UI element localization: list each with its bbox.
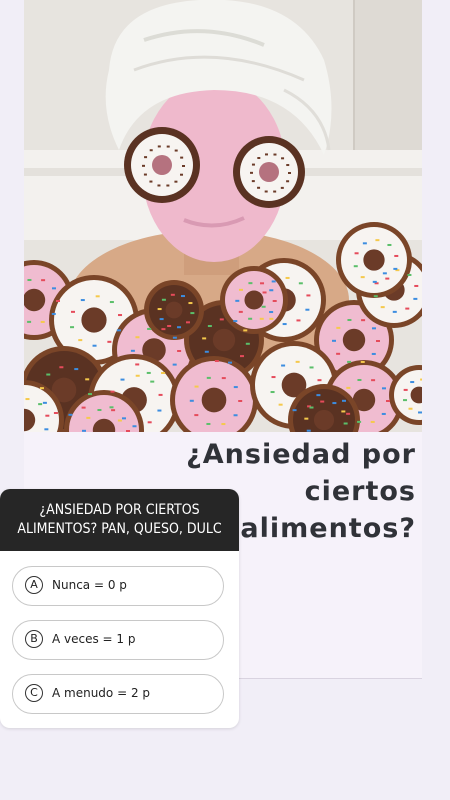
story-photo: [24, 0, 422, 432]
headline-line-1: ¿Ansiedad por: [186, 439, 416, 470]
quiz-option-b[interactable]: B A veces = 1 p: [12, 620, 224, 660]
quiz-option-a[interactable]: A Nunca = 0 p: [12, 566, 224, 606]
quiz-sticker: ¿ANSIEDAD POR CIERTOS ALIMENTOS? PAN, QU…: [0, 489, 239, 728]
quiz-question-line-2: ALIMENTOS? PAN, QUESO, DULC: [17, 521, 222, 537]
option-letter-b: B: [25, 630, 43, 648]
quiz-option-c[interactable]: C A menudo = 2 p: [12, 674, 224, 714]
option-label-a: Nunca = 0 p: [52, 578, 127, 592]
option-letter-c: C: [25, 684, 43, 702]
option-label-b: A veces = 1 p: [52, 632, 136, 646]
quiz-question: ¿ANSIEDAD POR CIERTOS ALIMENTOS? PAN, QU…: [0, 489, 239, 551]
quiz-question-line-1: ¿ANSIEDAD POR CIERTOS: [39, 502, 200, 518]
option-label-c: A menudo = 2 p: [52, 686, 151, 700]
option-letter-a: A: [25, 576, 43, 594]
